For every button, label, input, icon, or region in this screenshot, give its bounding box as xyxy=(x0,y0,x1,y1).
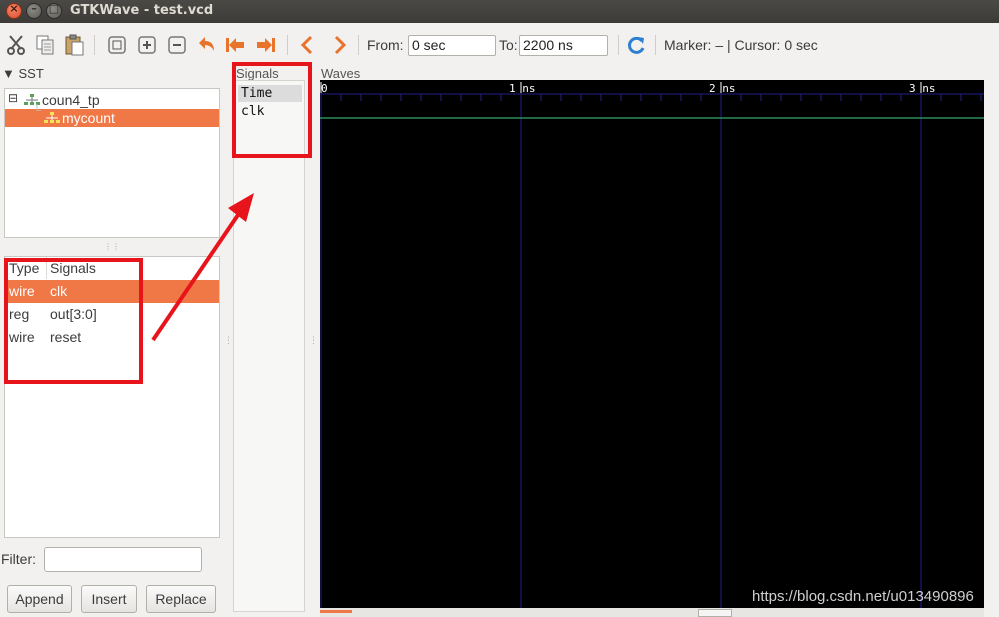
annotation-arrow xyxy=(151,193,254,342)
